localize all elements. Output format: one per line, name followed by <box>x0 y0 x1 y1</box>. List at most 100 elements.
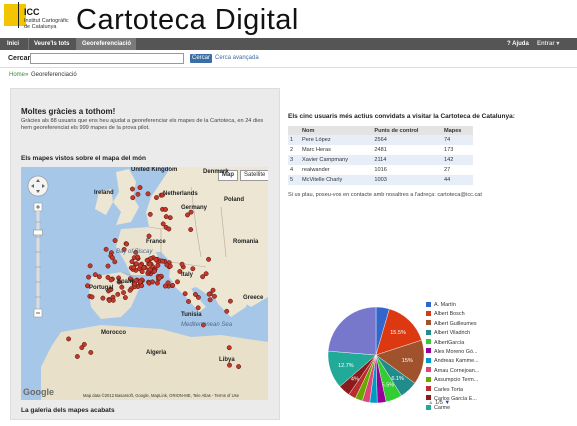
map-marker[interactable] <box>147 266 153 272</box>
row-maps: 142 <box>442 155 473 165</box>
map-marker[interactable] <box>108 277 114 283</box>
legend-swatch <box>426 320 431 326</box>
map-marker[interactable] <box>167 263 173 269</box>
map-marker[interactable] <box>137 279 143 285</box>
legend-pager[interactable]: ▲ 1/5 ▼ <box>428 400 450 406</box>
map-marker[interactable] <box>186 298 191 304</box>
map-marker[interactable] <box>166 226 172 232</box>
map-marker[interactable] <box>146 233 152 239</box>
map-marker[interactable] <box>135 254 141 260</box>
map-marker[interactable] <box>130 186 135 192</box>
map-marker[interactable] <box>112 238 118 243</box>
map-marker[interactable] <box>87 263 93 269</box>
map-marker[interactable] <box>226 345 232 351</box>
map-marker[interactable] <box>224 308 230 314</box>
map-marker[interactable] <box>145 191 151 197</box>
map-marker[interactable] <box>124 241 130 247</box>
pie-slice[interactable] <box>327 306 377 356</box>
map-marker[interactable] <box>122 295 128 301</box>
map-marker[interactable] <box>179 261 185 267</box>
map-marker[interactable] <box>144 257 150 263</box>
map-marker[interactable] <box>92 272 98 278</box>
map-marker[interactable] <box>163 206 168 212</box>
map-marker[interactable] <box>147 211 153 217</box>
nav-item-georeferencing[interactable]: Georeferenciació <box>76 38 137 50</box>
map-marker[interactable] <box>190 266 196 272</box>
map-marker[interactable] <box>119 284 125 290</box>
map-marker[interactable] <box>131 265 137 271</box>
legend-next-icon[interactable]: ▼ <box>444 400 450 406</box>
map-marker[interactable] <box>153 257 159 263</box>
map-marker[interactable] <box>150 279 155 285</box>
map-marker[interactable] <box>200 274 206 280</box>
map-marker[interactable] <box>127 287 133 293</box>
map-marker[interactable] <box>163 214 169 220</box>
map-marker[interactable] <box>227 362 232 368</box>
map-label-libya: Libya <box>219 357 235 363</box>
map-marker[interactable] <box>236 364 242 370</box>
map-marker[interactable] <box>195 294 201 300</box>
map-marker[interactable] <box>121 290 126 296</box>
map-marker[interactable] <box>135 191 141 197</box>
nav-bar: Inici Veure'ls tots Georeferenciació ? A… <box>0 38 577 50</box>
map-marker[interactable] <box>170 282 176 288</box>
map-marker[interactable] <box>139 269 145 275</box>
map-marker[interactable] <box>129 259 135 265</box>
pie-chart: 15.5% 15% 6.1%5.5% 4% 12.7% <box>327 306 425 404</box>
chart-legend: A. Martín Albert Bosch Albert Guilleumes Al… <box>426 301 479 414</box>
map-type-satellite-button[interactable]: Satellite <box>240 170 268 181</box>
map-marker[interactable] <box>206 291 212 297</box>
map-marker[interactable] <box>106 297 112 303</box>
users-table: Nom Punts de control Mapes 1 Pere López 25… <box>288 126 473 185</box>
map-marker[interactable] <box>212 293 217 299</box>
pie-slice-label: 15.5% <box>390 330 406 336</box>
map-marker[interactable] <box>112 259 118 265</box>
map-marker[interactable] <box>81 341 87 347</box>
map-marker[interactable] <box>156 275 162 281</box>
legend-prev-icon[interactable]: ▲ <box>428 400 434 406</box>
world-map[interactable]: Map Satellite United Kingdom Ireland Den… <box>21 167 268 400</box>
map-marker[interactable] <box>154 280 160 286</box>
map-marker[interactable] <box>110 255 115 261</box>
row-points: 2481 <box>372 145 442 155</box>
map-marker[interactable] <box>188 227 194 233</box>
map-marker[interactable] <box>207 297 213 303</box>
map-marker[interactable] <box>206 256 212 262</box>
row-maps: 27 <box>442 165 473 175</box>
map-marker[interactable] <box>182 291 188 297</box>
map-marker[interactable] <box>100 295 106 301</box>
map-marker[interactable] <box>137 185 143 191</box>
map-marker[interactable] <box>227 298 233 304</box>
map-marker[interactable] <box>115 291 121 297</box>
help-link[interactable]: ? Ajuda <box>502 38 534 50</box>
map-marker[interactable] <box>137 263 143 269</box>
map-marker[interactable] <box>96 274 102 280</box>
search-button[interactable]: Cercar <box>190 54 212 63</box>
map-marker[interactable] <box>160 258 166 264</box>
map-marker[interactable] <box>66 336 72 342</box>
map-marker[interactable] <box>89 294 95 300</box>
map-marker[interactable] <box>195 305 201 311</box>
map-label-portugal: Portugal <box>89 285 114 291</box>
nav-item-all[interactable]: Veure'ls tots <box>28 38 74 50</box>
map-marker[interactable] <box>165 280 171 286</box>
breadcrumb-home[interactable]: Home <box>9 72 25 78</box>
map-marker[interactable] <box>175 279 180 285</box>
map-marker[interactable] <box>74 354 80 359</box>
map-marker[interactable] <box>86 274 92 280</box>
map-marker[interactable] <box>210 287 216 293</box>
map-marker[interactable] <box>147 261 153 267</box>
search-input[interactable] <box>30 53 184 64</box>
map-marker[interactable] <box>103 246 109 252</box>
map-marker[interactable] <box>130 195 136 201</box>
map-marker[interactable] <box>88 350 94 355</box>
map-marker[interactable] <box>153 195 159 201</box>
logo-mark <box>4 4 26 26</box>
nav-item-inici[interactable]: Inici <box>2 38 24 50</box>
advanced-search-link[interactable]: Cerca avançada <box>215 55 259 61</box>
map-marker[interactable] <box>152 268 157 274</box>
map-marker[interactable] <box>105 263 111 269</box>
map-marker[interactable] <box>167 215 173 221</box>
map-marker[interactable] <box>203 271 209 277</box>
login-link[interactable]: Entrar ▾ <box>532 38 564 50</box>
